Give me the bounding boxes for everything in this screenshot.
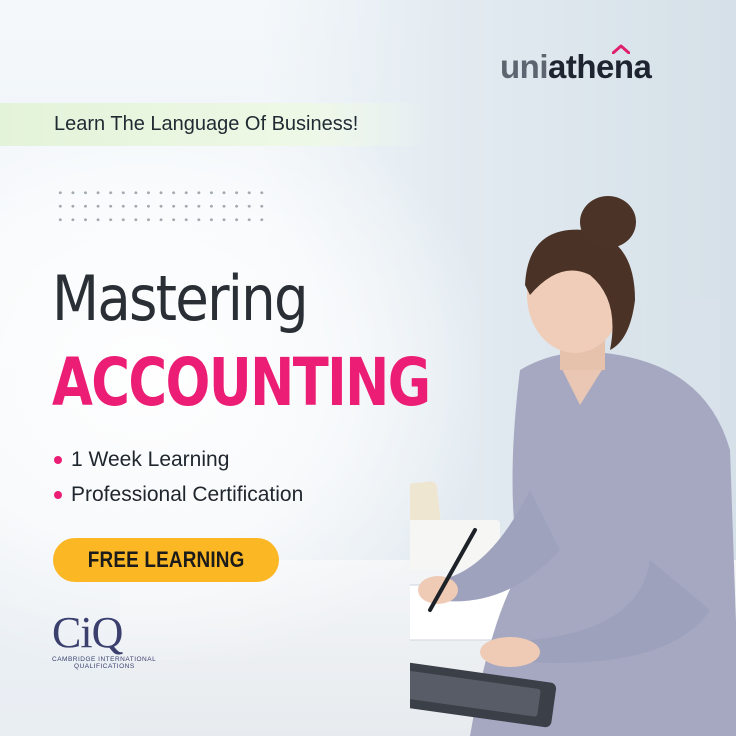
bullet-text: 1 Week Learning xyxy=(71,448,230,471)
ciq-logo: CiQ CAMBRIDGE INTERNATIONAL QUALIFICATIO… xyxy=(52,608,157,671)
tagline: Learn The Language Of Business! xyxy=(54,113,359,135)
logo-prefix: uni xyxy=(500,48,548,85)
uniathena-logo[interactable]: uniathena xyxy=(500,44,652,86)
ciq-line2: QUALIFICATIONS xyxy=(74,663,135,670)
logo-suffix: athena xyxy=(547,48,652,85)
bullet-dot-icon xyxy=(54,491,62,499)
ciq-line1: CAMBRIDGE INTERNATIONAL xyxy=(52,656,157,663)
free-learning-button[interactable]: FREE LEARNING xyxy=(53,538,279,582)
ciq-mark: CiQ xyxy=(52,608,123,657)
bullet-text: Professional Certification xyxy=(71,483,304,506)
cta-label: FREE LEARNING xyxy=(87,547,245,572)
ad-canvas: uniathena Learn The Language Of Business… xyxy=(0,0,736,736)
bullet-item: 1 Week Learning xyxy=(54,448,229,472)
dot-pattern xyxy=(54,186,269,226)
roof-icon xyxy=(612,44,630,54)
bullet-dot-icon xyxy=(54,456,62,464)
headline-line2: ACCOUNTING xyxy=(52,344,431,421)
woman-accountant-illustration xyxy=(410,196,736,736)
headline-line1: Mastering xyxy=(52,262,309,335)
bullet-item: Professional Certification xyxy=(54,483,303,507)
